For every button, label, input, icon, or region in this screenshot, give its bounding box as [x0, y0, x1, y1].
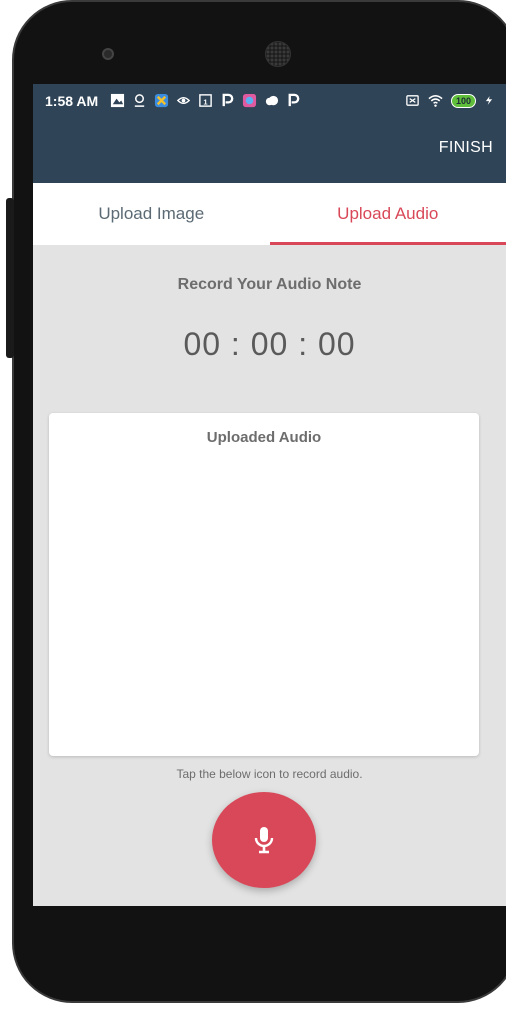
charging-icon	[485, 96, 493, 105]
eye-icon	[177, 96, 191, 105]
tab-bar: Upload Image Upload Audio	[33, 183, 506, 245]
p-icon-2	[288, 93, 300, 107]
microphone-icon	[254, 827, 274, 854]
record-audio-button[interactable]	[212, 792, 316, 888]
status-time: 1:58 AM	[45, 92, 99, 109]
wifi-icon	[428, 95, 443, 107]
cloud-icon	[266, 95, 279, 106]
app-icon	[155, 93, 169, 108]
status-left: 1:58 AM 1	[45, 93, 301, 109]
image-icon	[111, 93, 125, 108]
front-camera	[102, 48, 114, 60]
status-bar: 1:58 AM 1 100	[33, 84, 506, 117]
app2-icon	[243, 93, 257, 108]
earpiece-speaker	[265, 41, 291, 67]
tab-upload-audio[interactable]: Upload Audio	[269, 183, 506, 245]
record-title: Record Your Audio Note	[177, 276, 362, 293]
screen: 1:58 AM 1 100 FINISH Upload Image Upload…	[33, 84, 506, 906]
uploaded-audio-card: Uploaded Audio	[49, 413, 479, 756]
tab-upload-image[interactable]: Upload Image	[33, 183, 270, 245]
status-right: 100	[405, 93, 494, 108]
calendar-icon: 1	[199, 94, 212, 107]
finish-button[interactable]: FINISH	[439, 139, 493, 157]
location-icon	[134, 94, 145, 107]
side-button	[6, 198, 14, 358]
p-icon	[222, 93, 234, 107]
record-timer: 00 : 00 : 00	[183, 326, 356, 362]
battery-icon: 100	[450, 93, 476, 108]
record-hint: Tap the below icon to record audio.	[176, 767, 363, 781]
sim-icon	[406, 95, 419, 106]
app-bar: FINISH	[33, 117, 506, 183]
uploaded-audio-title: Uploaded Audio	[206, 429, 322, 446]
svg-text:1: 1	[204, 97, 208, 106]
notification-icons: 1	[110, 93, 301, 108]
